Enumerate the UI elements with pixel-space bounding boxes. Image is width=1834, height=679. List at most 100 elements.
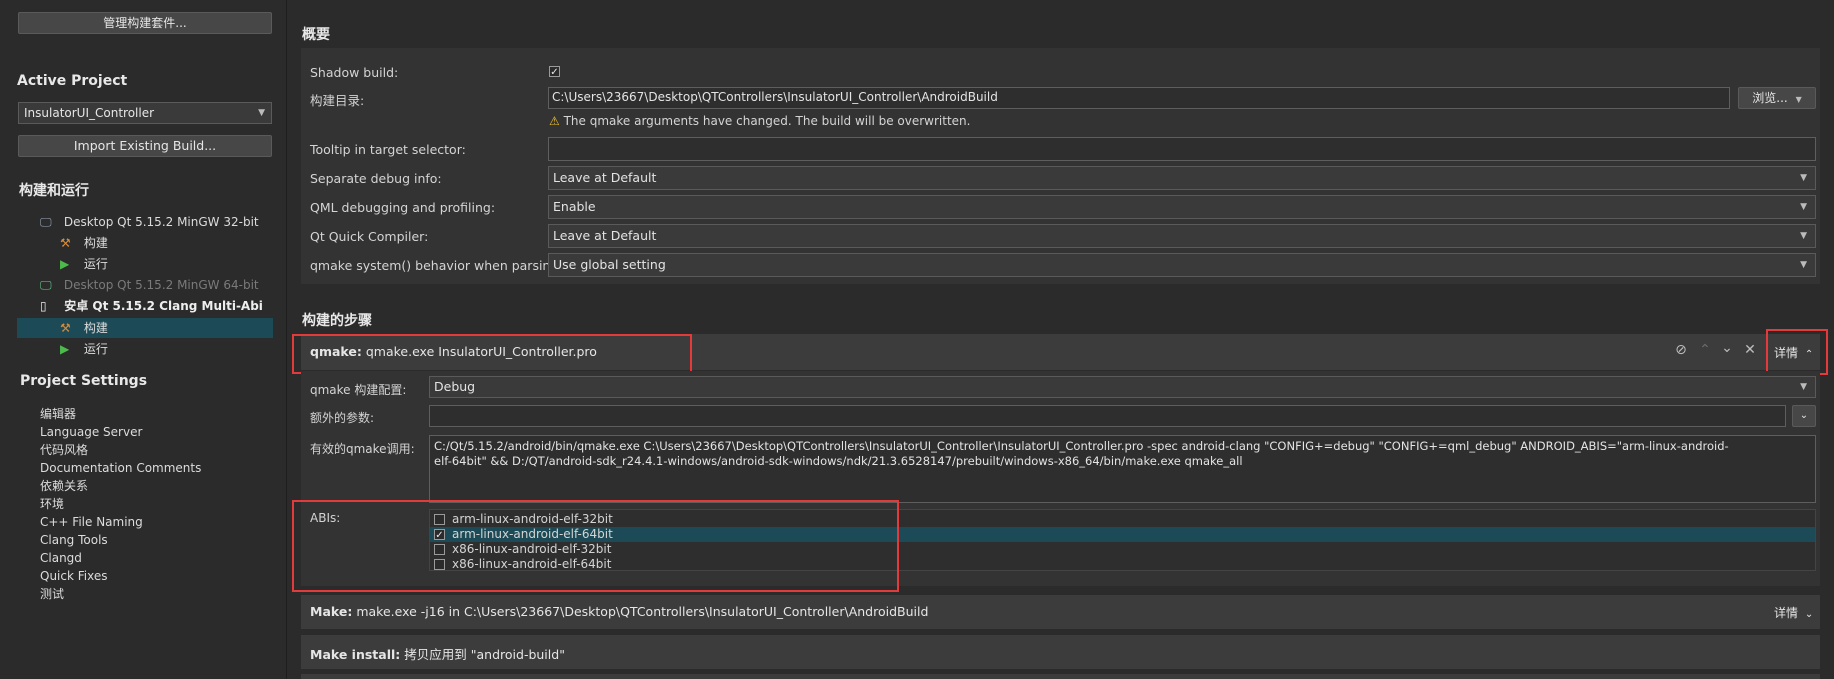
- step-type: Make:: [310, 604, 353, 619]
- settings-item-clang-tools[interactable]: Clang Tools: [40, 531, 201, 549]
- make-step-summary: Make: make.exe -j16 in C:\Users\23667\De…: [310, 604, 928, 619]
- select-value: Use global setting: [553, 257, 666, 272]
- build-dir-label: 构建目录:: [310, 93, 365, 108]
- settings-item-language-server[interactable]: Language Server: [40, 423, 201, 441]
- settings-item-cpp-file-naming[interactable]: C++ File Naming: [40, 513, 201, 531]
- shadow-build-label: Shadow build:: [310, 65, 399, 80]
- shadow-build-checkbox[interactable]: ✓: [549, 66, 560, 78]
- extra-args-expand-button[interactable]: ⌄: [1792, 405, 1816, 427]
- tooltip-label: Tooltip in target selector:: [310, 142, 466, 157]
- effective-call-text[interactable]: C:/Qt/5.15.2/android/bin/qmake.exe C:\Us…: [429, 435, 1816, 503]
- chevron-down-icon: ▼: [1795, 95, 1802, 104]
- build-dir-input[interactable]: C:\Users\23667\Desktop\QTControllers\Ins…: [548, 87, 1730, 109]
- qt-quick-compiler-select[interactable]: Leave at Default ▼: [548, 224, 1816, 248]
- settings-item-quick-fixes[interactable]: Quick Fixes: [40, 567, 201, 585]
- active-project-title: Active Project: [17, 73, 128, 89]
- browse-button[interactable]: 浏览... ▼: [1738, 87, 1816, 109]
- qt-quick-compiler-label: Qt Quick Compiler:: [310, 229, 429, 244]
- select-value: Debug: [434, 379, 476, 394]
- manage-kits-button[interactable]: 管理构建套件...: [18, 12, 272, 34]
- browse-label: 浏览...: [1752, 91, 1788, 105]
- warning-message: ⚠ The qmake arguments have changed. The …: [549, 114, 970, 128]
- overview-panel: Shadow build: ✓ 构建目录: C:\Users\23667\Des…: [301, 48, 1820, 284]
- chevron-down-icon: ▼: [1800, 173, 1807, 183]
- play-icon: ▶: [60, 342, 70, 356]
- extra-args-input[interactable]: [429, 405, 1786, 427]
- qmake-system-label: qmake system() behavior when parsing:: [310, 258, 563, 273]
- kit-desktop-mingw64[interactable]: 🖵 Desktop Qt 5.15.2 MinGW 64-bit: [40, 276, 259, 294]
- make-install-step-header[interactable]: Make install: 拷贝应用到 "android-build": [301, 635, 1820, 669]
- tooltip-input[interactable]: [548, 137, 1816, 161]
- step-type: Make install:: [310, 647, 401, 662]
- step-command: 拷贝应用到 "android-build": [404, 647, 565, 662]
- selected-row-bg: [17, 318, 273, 338]
- chevron-down-icon: ▼: [1800, 382, 1807, 392]
- chevron-down-icon: ⌄: [1799, 410, 1809, 421]
- move-down-icon[interactable]: ⌄: [1719, 340, 1735, 356]
- remove-step-icon[interactable]: ✕: [1742, 342, 1758, 358]
- kit-desktop-mingw32-build[interactable]: ⚒ 构建: [60, 234, 108, 252]
- select-value: Enable: [553, 199, 596, 214]
- sidebar: 管理构建套件... Active Project InsulatorUI_Con…: [0, 0, 287, 679]
- kit-desktop-mingw32[interactable]: 🖵 Desktop Qt 5.15.2 MinGW 32-bit: [40, 213, 280, 231]
- phone-icon: ▯: [40, 299, 47, 313]
- settings-item-code-style[interactable]: 代码风格: [40, 441, 201, 459]
- kit-name: Desktop Qt 5.15.2 MinGW 32-bit: [63, 215, 259, 229]
- next-step-header: [301, 674, 1820, 679]
- qmake-system-select[interactable]: Use global setting ▼: [548, 253, 1816, 277]
- kit-android-clang[interactable]: ▯ 安卓 Qt 5.15.2 Clang Multi-Abi: [40, 297, 263, 315]
- extra-args-label: 额外的参数:: [310, 411, 375, 425]
- kit-desktop-mingw32-run[interactable]: ▶ 运行: [60, 255, 108, 273]
- select-value: Leave at Default: [553, 228, 657, 243]
- settings-item-dependencies[interactable]: 依赖关系: [40, 477, 201, 495]
- settings-item-doc-comments[interactable]: Documentation Comments: [40, 459, 201, 477]
- chevron-down-icon: ▼: [1800, 260, 1807, 270]
- kit-name: Desktop Qt 5.15.2 MinGW 64-bit: [63, 278, 259, 292]
- build-label: 构建: [83, 321, 108, 335]
- kit-android-run[interactable]: ▶ 运行: [60, 340, 108, 358]
- separate-debug-select[interactable]: Leave at Default ▼: [548, 166, 1816, 190]
- settings-item-environment[interactable]: 环境: [40, 495, 201, 513]
- build-run-title: 构建和运行: [19, 183, 89, 199]
- build-steps-title: 构建的步骤: [302, 313, 372, 329]
- warning-icon: ⚠: [549, 114, 560, 128]
- qml-debug-label: QML debugging and profiling:: [310, 200, 496, 215]
- warning-text: The qmake arguments have changed. The bu…: [563, 114, 971, 128]
- qmake-config-label: qmake 构建配置:: [310, 383, 407, 397]
- monitor-icon: 🖵: [40, 215, 52, 229]
- chevron-down-icon: ⌄: [1804, 609, 1814, 620]
- disable-step-icon[interactable]: ⊘: [1673, 342, 1689, 358]
- kit-name: 安卓 Qt 5.15.2 Clang Multi-Abi: [64, 299, 263, 313]
- import-build-button[interactable]: Import Existing Build...: [18, 135, 272, 157]
- highlight-box-qmake: [292, 334, 692, 374]
- settings-item-clangd[interactable]: Clangd: [40, 549, 201, 567]
- highlight-box-abis: [292, 500, 899, 592]
- hammer-icon: ⚒: [60, 236, 71, 250]
- monitor-add-icon: 🖵: [40, 278, 52, 292]
- qmake-config-select[interactable]: Debug ▼: [429, 376, 1816, 398]
- highlight-box-details: [1766, 329, 1828, 375]
- make-install-step-summary: Make install: 拷贝应用到 "android-build": [310, 644, 565, 663]
- hammer-icon: ⚒: [60, 321, 71, 335]
- select-value: Leave at Default: [553, 170, 657, 185]
- chevron-down-icon: ▼: [258, 108, 265, 118]
- effective-call-line: C:/Qt/5.15.2/android/bin/qmake.exe C:\Us…: [434, 439, 1729, 453]
- effective-call-line: elf-64bit" && D:/QT/android-sdk_r24.4.1-…: [434, 454, 1243, 468]
- move-up-icon[interactable]: ⌃: [1697, 342, 1713, 358]
- separate-debug-label: Separate debug info:: [310, 171, 442, 186]
- details-label: 详情: [1774, 606, 1799, 620]
- overview-title: 概要: [302, 27, 330, 43]
- project-select-value: InsulatorUI_Controller: [24, 106, 155, 120]
- run-label: 运行: [83, 257, 108, 271]
- kit-android-build[interactable]: ⚒ 构建: [60, 319, 108, 337]
- settings-item-editor[interactable]: 编辑器: [40, 405, 201, 423]
- run-label: 运行: [83, 342, 108, 356]
- step-command: make.exe -j16 in C:\Users\23667\Desktop\…: [356, 604, 929, 619]
- build-label: 构建: [83, 236, 108, 250]
- project-select[interactable]: InsulatorUI_Controller ▼: [18, 102, 272, 124]
- make-details-toggle[interactable]: 详情 ⌄: [1774, 604, 1813, 621]
- make-step-header[interactable]: Make: make.exe -j16 in C:\Users\23667\De…: [301, 595, 1820, 629]
- settings-item-testing[interactable]: 测试: [40, 585, 201, 603]
- project-settings-title: Project Settings: [20, 373, 148, 389]
- qml-debug-select[interactable]: Enable ▼: [548, 195, 1816, 219]
